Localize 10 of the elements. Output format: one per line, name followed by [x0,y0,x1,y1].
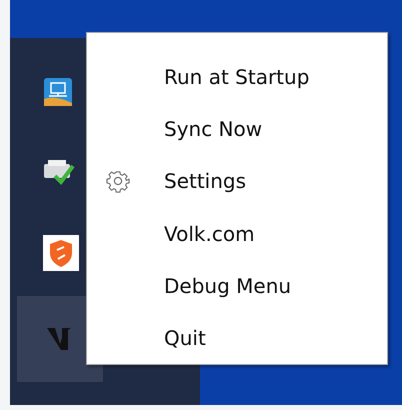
logo-icon [47,327,73,351]
menu-item[interactable]: Quit [87,312,387,364]
shield-icon [43,235,79,271]
menu-item[interactable]: Settings [87,155,387,208]
menu-item[interactable]: Run at Startup [87,51,387,104]
menu-item[interactable]: Debug Menu [87,260,387,312]
network-monitor-icon [43,77,73,107]
menu-item[interactable]: Sync Now [87,103,387,156]
settings-icon [106,169,130,194]
menu-item[interactable]: Volk.com [87,208,387,260]
